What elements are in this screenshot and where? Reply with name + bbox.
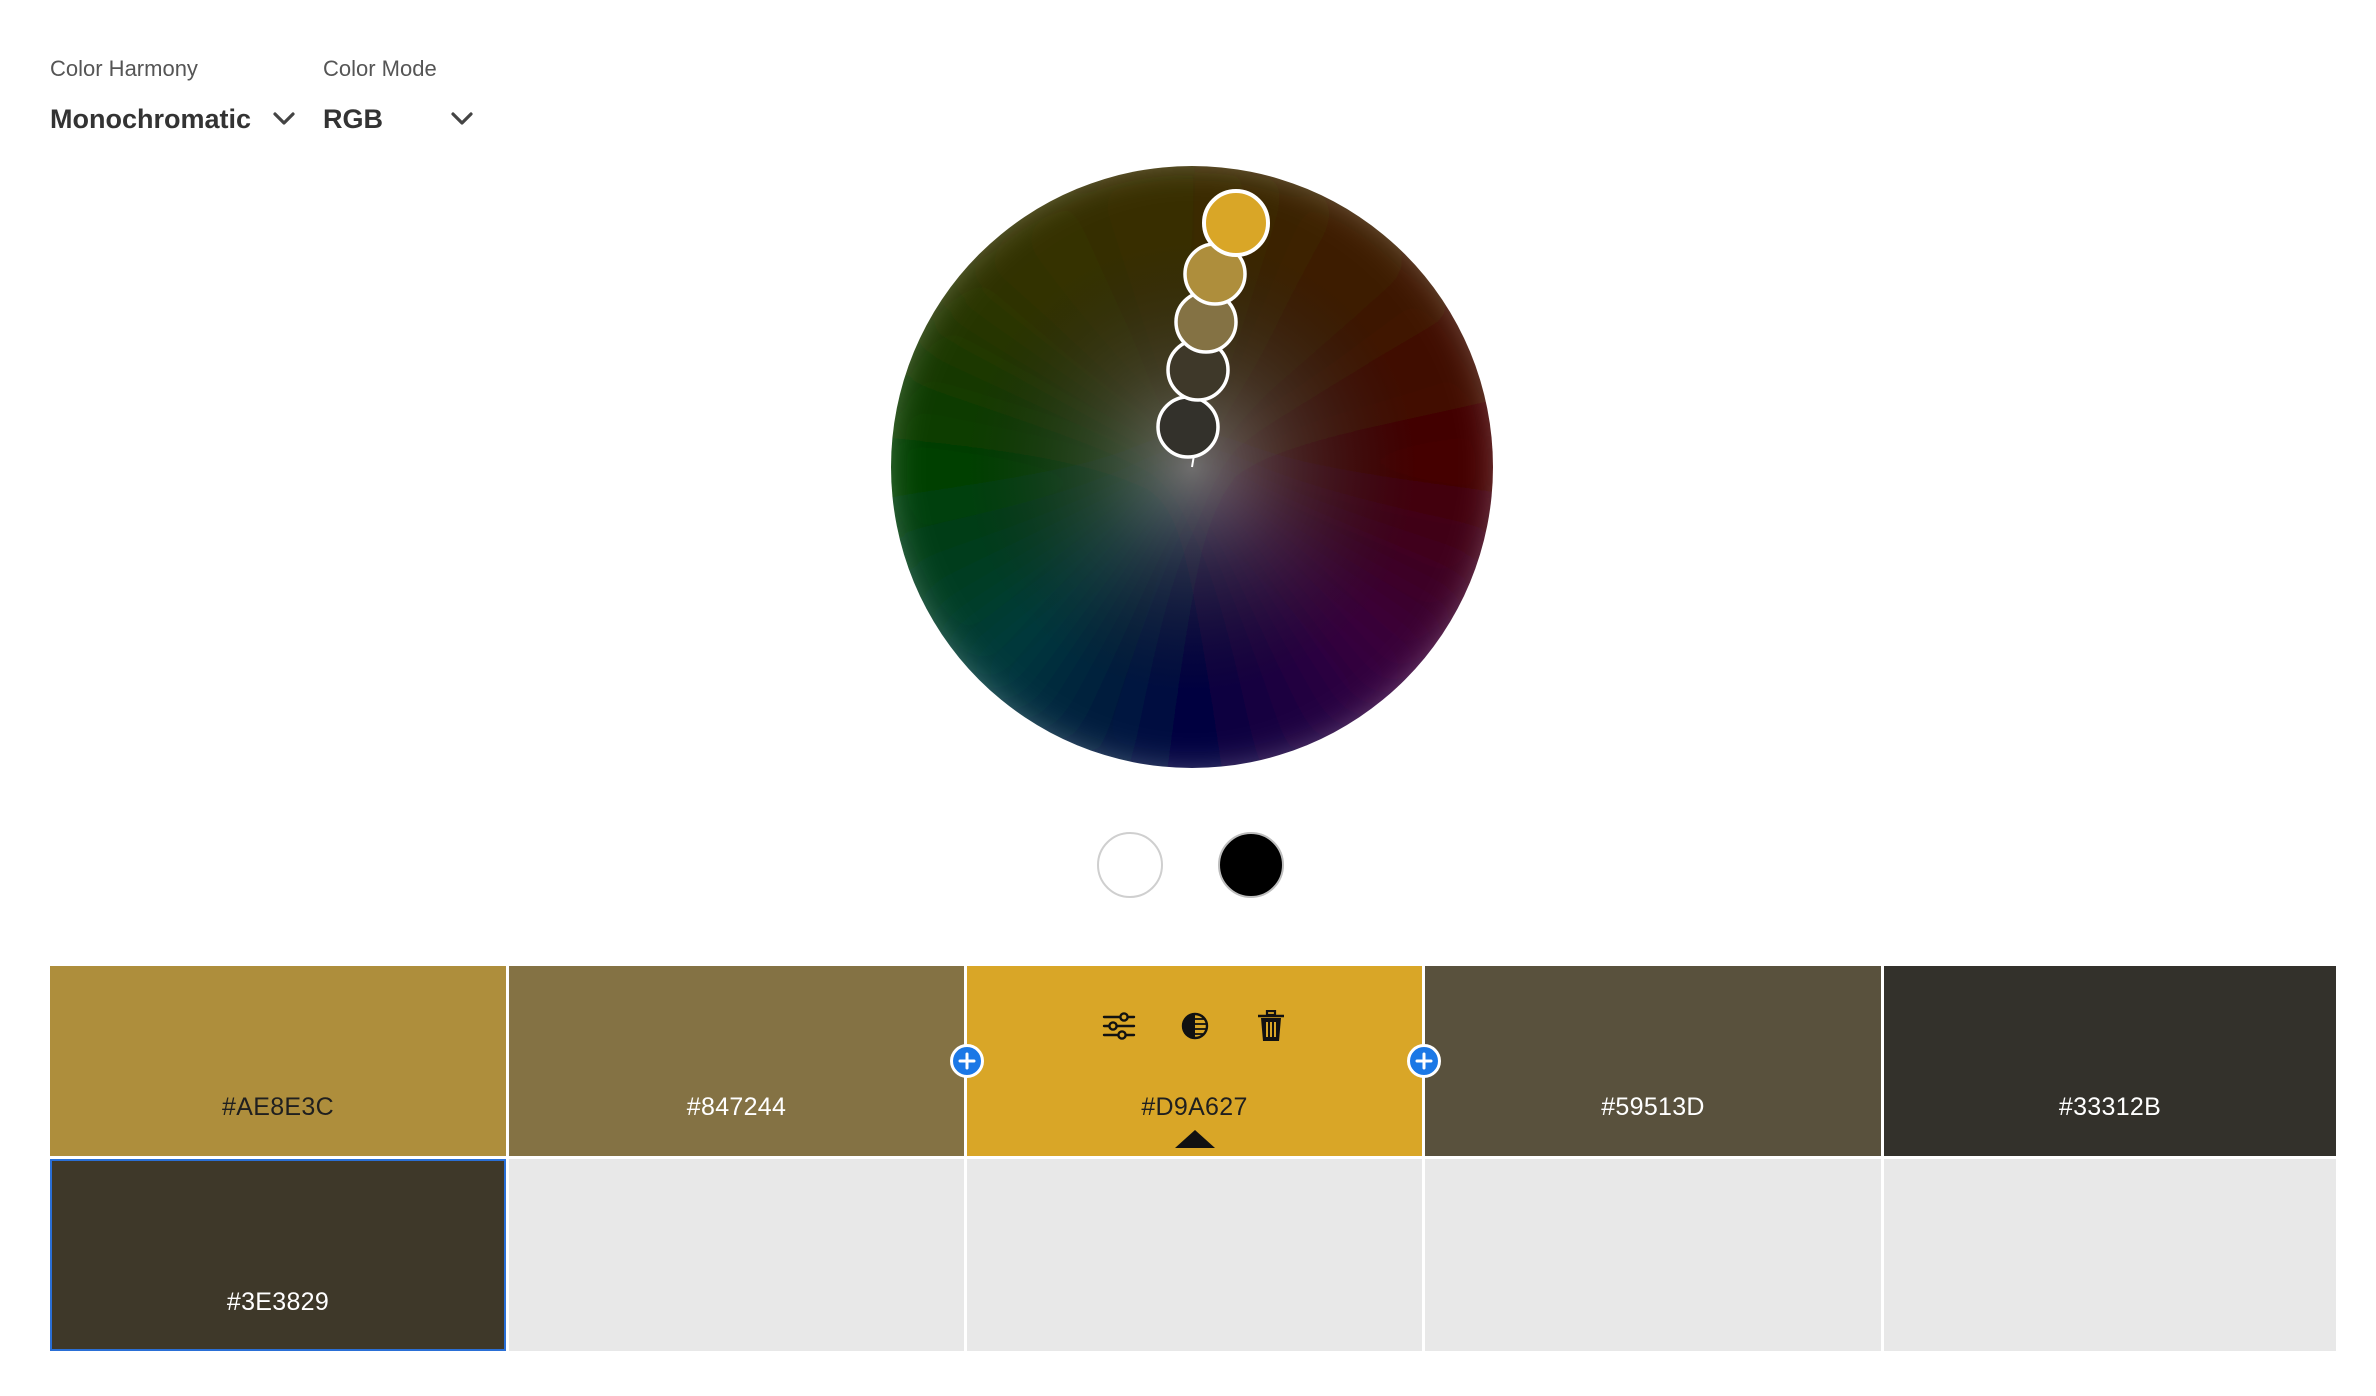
swatch-hex-label: #3E3829 (226, 1288, 330, 1316)
contrast-icon[interactable] (1177, 1008, 1213, 1044)
color-swatch[interactable]: #33312B (1884, 966, 2336, 1156)
color-wheel-canvas[interactable] (891, 166, 1493, 768)
color-mode-control: Color Mode RGB (323, 54, 473, 136)
white-swatch-button[interactable] (1097, 832, 1163, 898)
sliders-icon[interactable] (1101, 1008, 1137, 1044)
color-harmony-control: Color Harmony Monochromatic (50, 54, 295, 136)
color-mode-label: Color Mode (323, 56, 437, 81)
swatch-hex-label: #847244 (686, 1093, 787, 1121)
swatch-toolbar (967, 1008, 1422, 1044)
add-color-button[interactable] (1407, 1044, 1441, 1078)
empty-swatch-slot (1884, 1159, 2336, 1351)
wheel-marker-base[interactable] (1202, 189, 1270, 257)
color-harmony-label: Color Harmony (50, 56, 198, 81)
plus-icon (958, 1052, 976, 1070)
swatch-hex-label: #D9A627 (1141, 1093, 1248, 1121)
color-swatch[interactable]: #3E3829 (50, 1159, 506, 1351)
swatch-hex-label: #59513D (1601, 1093, 1705, 1121)
empty-swatch-slot (967, 1159, 1422, 1351)
color-swatch[interactable]: #59513D (1425, 966, 1881, 1156)
empty-swatch-slot (1425, 1159, 1881, 1351)
chevron-down-icon (273, 112, 295, 125)
color-harmony-value: Monochromatic (50, 104, 252, 134)
color-swatch[interactable]: #AE8E3C (50, 966, 506, 1156)
color-wheel[interactable] (891, 166, 1493, 768)
color-harmony-dropdown[interactable]: Monochromatic (50, 102, 295, 136)
swatch-hex-label: #33312B (2058, 1093, 2162, 1121)
black-swatch-button[interactable] (1218, 832, 1284, 898)
base-color-swatch[interactable]: #D9A627 (967, 966, 1422, 1156)
plus-icon (1415, 1052, 1433, 1070)
chevron-down-icon (451, 112, 473, 125)
color-mode-value: RGB (323, 104, 383, 134)
color-swatch[interactable]: #847244 (509, 966, 964, 1156)
color-mode-dropdown[interactable]: RGB (323, 102, 473, 136)
trash-icon[interactable] (1253, 1008, 1289, 1044)
base-color-indicator (1174, 1130, 1215, 1148)
wheel-marker[interactable] (1156, 395, 1220, 459)
swatch-hex-label: #AE8E3C (222, 1093, 334, 1121)
empty-swatch-slot (509, 1159, 964, 1351)
add-color-button[interactable] (950, 1044, 984, 1078)
